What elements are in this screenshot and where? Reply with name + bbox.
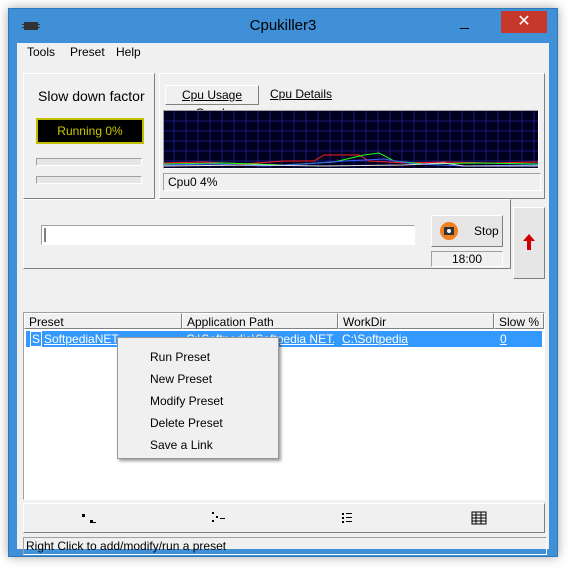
menu-tools[interactable]: Tools (27, 45, 55, 59)
context-modify-preset[interactable]: Modify Preset (150, 394, 223, 408)
stop-button[interactable]: Stop (431, 215, 503, 247)
window-title: Cpukiller3 (249, 17, 317, 34)
menu-bar: Tools Preset Help (17, 43, 549, 63)
table-row[interactable]: S SoftpediaNET C:\Softpedia\Softpedia NE… (26, 331, 542, 347)
slider-thumb[interactable] (44, 228, 46, 242)
small-icons-view-icon[interactable] (210, 510, 228, 526)
view-toolbar (23, 503, 545, 533)
tab-cpu-details-label: Cpu Details (269, 87, 333, 101)
slowdown-slider[interactable] (41, 225, 415, 245)
status-bar: Right Click to add/modify/run a preset (23, 537, 547, 555)
context-menu: Run Preset New Preset Modify Preset Dele… (117, 337, 279, 459)
arrow-up-icon (523, 234, 535, 250)
context-delete-preset[interactable]: Delete Preset (150, 416, 223, 430)
menu-help[interactable]: Help (116, 45, 141, 59)
context-save-a-link[interactable]: Save a Link (150, 438, 213, 452)
running-status: Running 0% (36, 118, 144, 144)
cpu-usage-graph (163, 110, 539, 169)
list-view-icon[interactable] (340, 510, 358, 526)
cell-workdir: C:\Softpedia (342, 332, 409, 346)
column-header-application-path[interactable]: Application Path (182, 313, 338, 329)
large-icons-view-icon[interactable] (80, 510, 98, 526)
context-new-preset[interactable]: New Preset (150, 372, 212, 386)
slowdown-bar-2 (36, 176, 142, 184)
chip-fire-icon (440, 222, 458, 240)
menu-preset[interactable]: Preset (70, 45, 105, 59)
timer-display: 18:00 (431, 251, 503, 267)
column-header-slow[interactable]: Slow % (494, 313, 544, 329)
tab-cpu-usage-graph[interactable]: Cpu Usage Graph (165, 85, 259, 120)
priority-up-button[interactable] (513, 207, 545, 279)
cell-slow: 0 (500, 332, 507, 346)
close-button[interactable]: ✕ (501, 11, 547, 33)
preset-list[interactable]: Preset Application Path WorkDir Slow % S… (23, 312, 545, 500)
column-header-workdir[interactable]: WorkDir (338, 313, 494, 329)
preset-icon: S (30, 331, 42, 347)
graph-grid (164, 111, 538, 168)
title-bar[interactable]: Cpukiller3 ✕ (9, 9, 557, 43)
stop-button-label: Stop (474, 224, 499, 238)
slowdown-panel: Slow down factor Running 0% (23, 73, 155, 199)
tab-cpu-details[interactable]: Cpu Details (265, 85, 337, 103)
slowdown-bar-1 (36, 158, 142, 166)
cpu-readout: Cpu0 4% (163, 173, 541, 191)
details-view-icon[interactable] (470, 510, 488, 526)
column-header-preset[interactable]: Preset (24, 313, 182, 329)
minimize-button[interactable] (457, 19, 473, 33)
slowdown-label: Slow down factor (38, 88, 145, 104)
app-window: Cpukiller3 ✕ Tools Preset Help Slow down… (8, 8, 558, 557)
context-run-preset[interactable]: Run Preset (150, 350, 210, 364)
